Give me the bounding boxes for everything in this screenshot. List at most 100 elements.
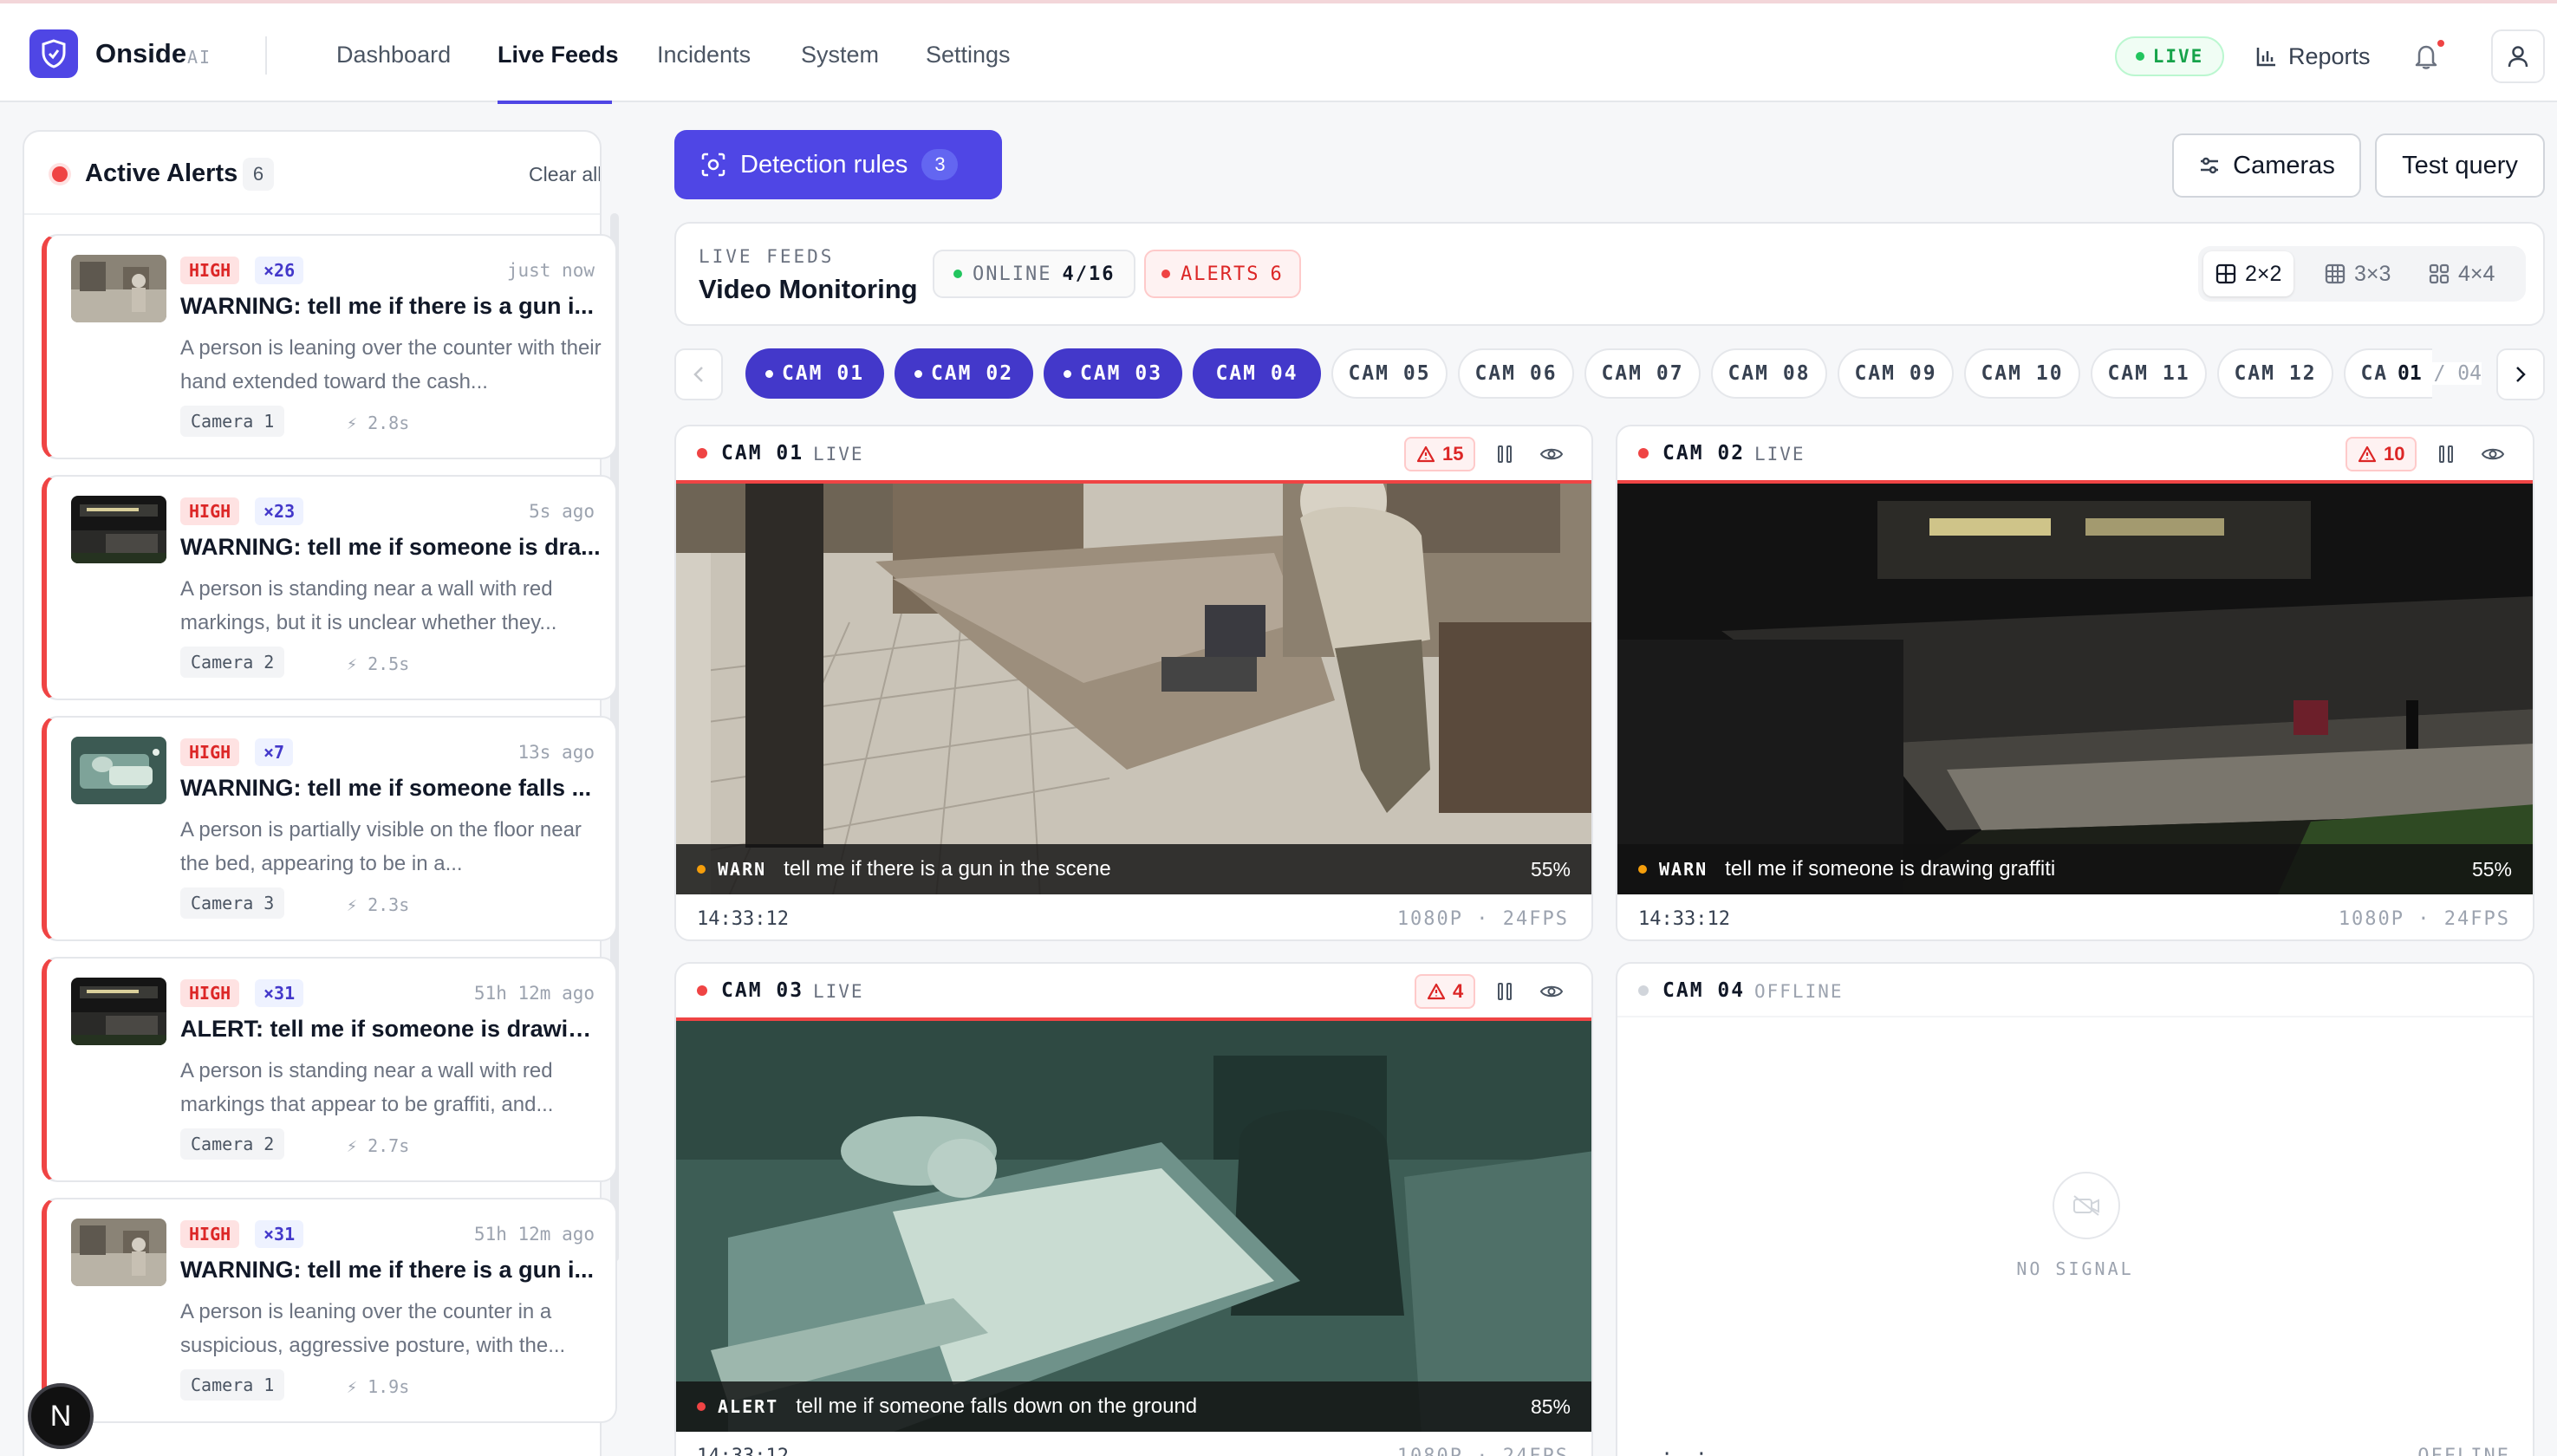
camera-tab[interactable]: CAM 03 <box>1044 348 1182 399</box>
alert-title: WARNING: tell me if there is a gun i... <box>180 1257 595 1283</box>
alert-thumbnail <box>71 737 166 804</box>
camera-header: CAM 01 LIVE 15 <box>676 426 1591 480</box>
alert-camera-tag: Camera 2 <box>180 647 285 678</box>
live-dot <box>1638 448 1649 458</box>
no-signal-label: NO SIGNAL <box>2016 1258 2134 1279</box>
pause-icon[interactable] <box>1489 976 1520 1007</box>
grid-4x4-label: 4×4 <box>2458 261 2495 286</box>
detection-confidence: 55% <box>2471 858 2512 881</box>
alert-time: just now <box>506 260 595 281</box>
camera-tab-label: CAM 05 <box>1348 362 1431 385</box>
warn-dot <box>697 865 706 874</box>
camera-tab-label: CAM 04 <box>1215 362 1298 385</box>
camera-tab[interactable]: CAM 11 <box>2091 348 2207 399</box>
tab-active-dot <box>914 369 922 378</box>
camera-tab[interactable]: CAM 05 <box>1331 348 1448 399</box>
camera-tab[interactable]: CAM 07 <box>1584 348 1701 399</box>
camera-alert-count: 15 <box>1442 443 1464 465</box>
camera-name: CAM 04 <box>1662 979 1746 1002</box>
page-current: 01 <box>2398 362 2422 385</box>
camera-video-feed[interactable] <box>676 480 1591 894</box>
camera-alert-badge[interactable]: 4 <box>1415 974 1476 1009</box>
test-query-button[interactable]: Test query <box>2375 133 2545 198</box>
alerts-dot <box>1161 270 1170 278</box>
camera-video-feed[interactable] <box>1617 480 2533 894</box>
user-avatar[interactable] <box>2491 29 2545 83</box>
alert-description: A person is standing near a wall with re… <box>180 577 557 634</box>
camera-tab[interactable]: CAM 01 <box>745 348 884 399</box>
alert-description: A person is standing near a wall with re… <box>180 1059 554 1116</box>
reports-button[interactable]: Reports <box>2255 38 2371 75</box>
sliders-icon <box>2201 157 2219 174</box>
camera-tab-label: CAM 09 <box>1854 362 1937 385</box>
camera-tab[interactable]: CAM 09 <box>1838 348 1954 399</box>
detection-bar: ALERT tell me if someone falls down on t… <box>676 1381 1591 1432</box>
warn-dot <box>1638 865 1647 874</box>
camera-panel-03[interactable]: CAM 03 LIVE 4 ALERT tell me if someone f… <box>674 962 1593 1456</box>
camera-tab[interactable]: CAM 10 <box>1964 348 2080 399</box>
camera-video-feed[interactable] <box>676 1017 1591 1432</box>
camera-tab[interactable]: CAM 06 <box>1458 348 1574 399</box>
n-floating-badge[interactable]: N <box>28 1383 94 1449</box>
camera-tab[interactable]: CAM 02 <box>895 348 1033 399</box>
camera-panel-04[interactable]: CAM 04 OFFLINE NO SIGNAL --:--:-- OFFLIN… <box>1616 962 2534 1456</box>
chevron-left-icon <box>693 367 703 382</box>
camera-tab[interactable]: CAM 08 <box>1711 348 1827 399</box>
detection-level: WARN <box>718 859 767 880</box>
camera-resolution: 1080P · 24FPS <box>1396 908 1569 930</box>
alert-card[interactable]: HIGH ×31 51h 12m ago ALERT: tell me if some… <box>42 957 617 1182</box>
grid-4x4-option[interactable]: 4×4 <box>2417 251 2507 296</box>
eye-icon[interactable] <box>2477 439 2508 470</box>
cameras-button[interactable]: Cameras <box>2172 133 2361 198</box>
tabs-next-button[interactable] <box>2496 348 2545 400</box>
nav-settings[interactable]: Settings <box>926 42 1011 68</box>
alert-camera-tag: Camera 1 <box>180 406 285 437</box>
shield-logo-icon[interactable] <box>29 29 78 78</box>
nav-system[interactable]: System <box>801 42 879 68</box>
camera-footer: 14:33:12 1080P · 24FPS <box>676 1432 1591 1456</box>
pause-icon[interactable] <box>2430 439 2462 470</box>
alert-description: A person is leaning over the counter wit… <box>180 336 602 393</box>
alert-card[interactable]: HIGH ×23 5s ago WARNING: tell me if someone… <box>42 475 617 700</box>
alert-card[interactable]: HIGH ×7 13s ago WARNING: tell me if someone… <box>42 716 617 941</box>
alerts-count-pill[interactable]: ALERTS 6 <box>1144 250 1301 298</box>
camera-alert-badge[interactable]: 15 <box>1404 437 1476 471</box>
detection-rules-button[interactable]: Detection rules 3 <box>674 130 1002 199</box>
live-status-badge: LIVE <box>2115 36 2224 76</box>
pause-icon[interactable] <box>1489 439 1520 470</box>
camera-tab-label: CAM 03 <box>1079 362 1163 385</box>
alert-latency: ⚡ 2.7s <box>347 1135 410 1156</box>
reports-label: Reports <box>2288 42 2371 69</box>
alert-latency: ⚡ 2.5s <box>347 653 410 674</box>
nav-dashboard[interactable]: Dashboard <box>336 42 451 68</box>
camera-name: CAM 03 <box>721 979 804 1002</box>
eye-icon[interactable] <box>1536 439 1567 470</box>
camera-panel-02[interactable]: CAM 02 LIVE 10 WARN tell me if someone i… <box>1616 425 2534 941</box>
nav-active-indicator <box>498 101 612 104</box>
occurrence-badge: ×31 <box>255 979 304 1007</box>
camera-tab-label: CAM 11 <box>2107 362 2190 385</box>
camera-tab[interactable]: CAM 04 <box>1193 348 1321 399</box>
camera-tab[interactable]: CAM 12 <box>2217 348 2333 399</box>
alerts-header: Active Alerts 6 Clear all <box>24 132 600 215</box>
warning-triangle-icon <box>1416 445 1435 463</box>
top-navbar: Onside AI Dashboard Live Feeds Incidents… <box>0 0 2557 104</box>
nav-live-feeds[interactable]: Live Feeds <box>498 42 619 68</box>
eye-icon[interactable] <box>1536 976 1567 1007</box>
severity-badge: HIGH <box>180 738 240 766</box>
test-query-label: Test query <box>2402 151 2518 179</box>
alert-thumbnail <box>71 496 166 563</box>
tab-active-dot <box>1063 369 1071 378</box>
camera-alert-badge[interactable]: 10 <box>2346 437 2417 471</box>
severity-badge: HIGH <box>180 497 240 525</box>
grid-2x2-label: 2×2 <box>2245 261 2282 286</box>
alert-card[interactable]: HIGH ×31 51h 12m ago WARNING: tell me if th… <box>42 1198 617 1423</box>
camera-panel-01[interactable]: CAM 01 LIVE 15 WARN tell me if there is … <box>674 425 1593 941</box>
nav-incidents[interactable]: Incidents <box>657 42 751 68</box>
grid-2x2-option[interactable]: 2×2 <box>2203 251 2294 296</box>
alert-card[interactable]: HIGH ×26 just now WARNING: tell me if there… <box>42 234 617 459</box>
grid-3x3-option[interactable]: 3×3 <box>2313 251 2403 296</box>
online-value: 4/16 <box>1062 263 1116 285</box>
clear-all-button[interactable]: Clear all <box>529 163 600 186</box>
tabs-prev-button[interactable] <box>674 348 723 400</box>
